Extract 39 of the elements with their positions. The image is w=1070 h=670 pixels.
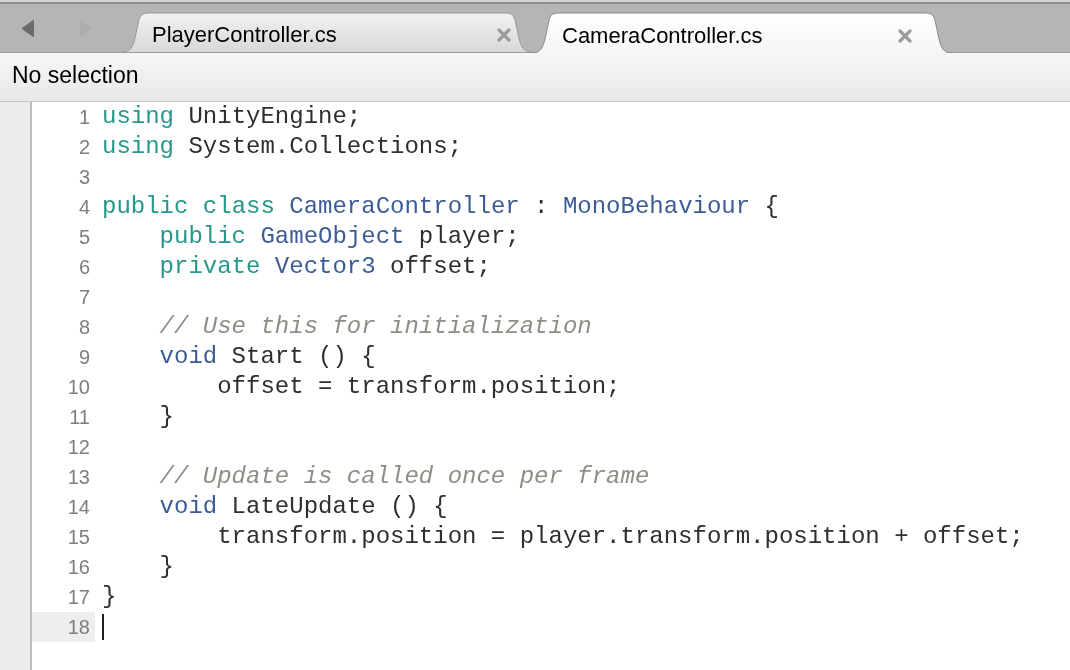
line-number: 10	[67, 377, 90, 397]
back-icon[interactable]	[22, 19, 34, 37]
line-number: 7	[78, 287, 90, 307]
code-line: public GameObject player;	[158, 225, 520, 249]
code-line: }	[158, 555, 174, 579]
line-number: 14	[67, 497, 90, 517]
line-number: 13	[67, 467, 90, 487]
code-line: public class CameraController : MonoBehaviour {	[102, 195, 779, 219]
tab[interactable]: CameraController.cs	[532, 12, 952, 53]
line-number: 6	[78, 257, 90, 277]
code-line: void Start () {	[158, 345, 376, 369]
code-line: using UnityEngine;	[102, 105, 362, 129]
line-number: 3	[78, 167, 90, 187]
line-number: 16	[67, 557, 90, 577]
text-cursor	[102, 614, 104, 640]
code-line: // Use this for initialization	[158, 315, 592, 339]
line-number: 1	[78, 107, 90, 127]
code-line: }	[102, 585, 117, 609]
status-text: No selection	[12, 64, 139, 87]
line-number: 12	[67, 437, 90, 457]
code-line: }	[158, 405, 174, 429]
line-number: 2	[78, 137, 90, 157]
code-line: transform.position = player.transform.position + offset;	[216, 525, 1024, 549]
line-number: 11	[69, 407, 90, 427]
line-number: 9	[78, 347, 90, 367]
line-number: 4	[78, 197, 90, 217]
tab[interactable]: PlayerController.cs	[122, 12, 532, 52]
line-number: 5	[78, 227, 90, 247]
code-line: offset = transform.position;	[216, 375, 621, 399]
line-number: 8	[78, 317, 90, 337]
close-icon[interactable]	[497, 28, 511, 42]
code-line: // Update is called once per frame	[158, 465, 650, 489]
code-line: private Vector3 offset;	[158, 255, 491, 279]
code-line: void LateUpdate () {	[158, 495, 448, 519]
line-number: 18	[67, 617, 90, 637]
line-number: 15	[67, 527, 90, 547]
line-number: 17	[67, 587, 90, 607]
code-line: using System.Collections;	[102, 135, 463, 159]
close-icon[interactable]	[898, 28, 912, 43]
